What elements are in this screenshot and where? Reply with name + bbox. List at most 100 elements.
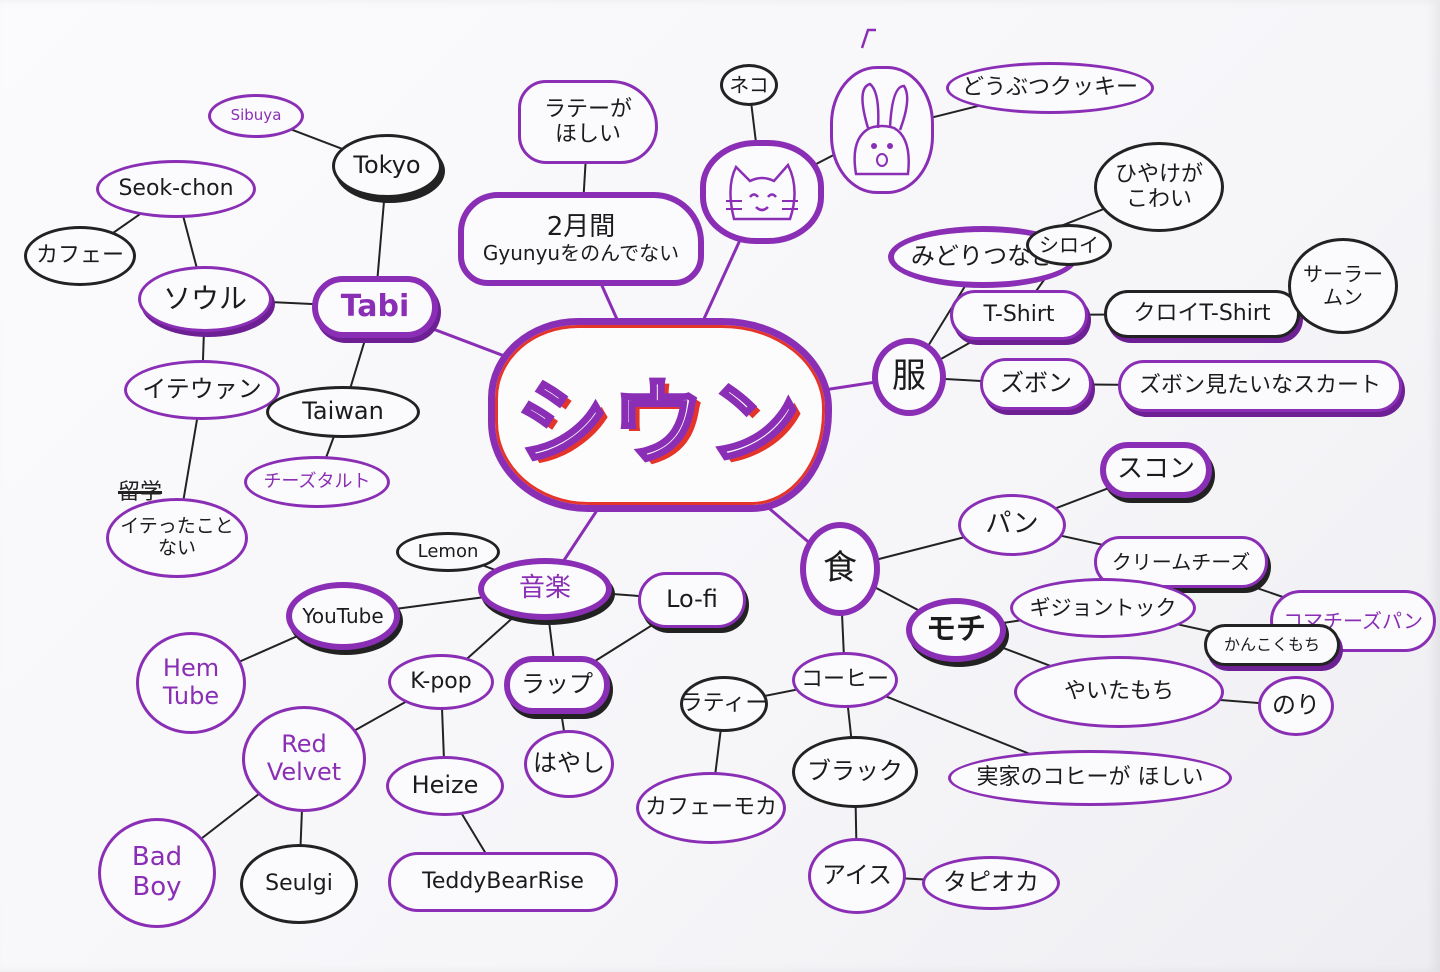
topic-node-latte-label-2: ほしい — [554, 122, 621, 147]
topic-node-hiyake-label-2: こわい — [1125, 187, 1192, 212]
topic-node-ice: アイス — [808, 838, 906, 914]
topic-node-youtube-label: YouTube — [302, 603, 384, 628]
topic-node-nori-label: のり — [1272, 691, 1320, 720]
topic-node-bad-boy: Bad Boy — [98, 818, 216, 928]
topic-node-fuku: 服 — [872, 338, 946, 416]
topic-node-yaita-mochi: やいたもち — [1014, 656, 1224, 728]
topic-node-tshirt: T-Shirt — [950, 290, 1088, 340]
topic-node-shibuya-label: Sibuya — [230, 106, 282, 125]
topic-node-lattie: ラティー — [680, 676, 768, 732]
topic-node-hayashi: はやし — [524, 730, 614, 798]
topic-node-not-been-label-2: ない — [157, 537, 196, 559]
topic-node-cafe-mocha-label: カフェーモカ — [644, 795, 777, 821]
topic-node-seokchon-label: Seok-chon — [118, 176, 234, 202]
cat-face-icon — [726, 162, 798, 221]
topic-node-gyunyu-label-2: Gyunyuをのんでない — [482, 241, 680, 266]
topic-node-tshirt-label: T-Shirt — [983, 302, 1055, 328]
topic-node-shiroi-label: シロイ — [1039, 232, 1099, 257]
topic-node-kuroi-tshirt: クロイT-Shirt — [1104, 290, 1300, 338]
topic-node-zubon: ズボン — [980, 358, 1092, 410]
topic-node-hayashi-label: はやし — [533, 749, 605, 778]
topic-node-taiwan: Taiwan — [266, 386, 420, 438]
topic-node-taiwan-label: Taiwan — [302, 397, 384, 426]
central-topic-label: シウン — [514, 368, 804, 479]
topic-node-skirt: ズボン見たいなスカート — [1118, 360, 1402, 412]
topic-node-neko-label: ネコ — [729, 72, 769, 97]
topic-node-lofi: Lo-fi — [638, 572, 746, 628]
topic-node-zubon-label: ズボン — [1000, 369, 1072, 398]
topic-node-teddy-bear-rise: TeddyBearRise — [388, 852, 618, 912]
topic-node-scone-label: スコン — [1116, 454, 1195, 485]
topic-node-gyunyu: 2月間 Gyunyuをのんでない — [458, 192, 704, 286]
topic-node-sailor: サーラー ムン — [1288, 238, 1398, 334]
topic-node-ongaku-label: 音楽 — [518, 573, 571, 604]
topic-node-shibuya: Sibuya — [208, 94, 304, 138]
topic-node-red-velvet-label-1: Red — [281, 730, 327, 759]
topic-node-lofi-label: Lo-fi — [666, 585, 718, 614]
topic-node-black-label: ブラック — [807, 757, 903, 786]
topic-node-pan: パン — [958, 494, 1066, 556]
topic-node-jikka-coffee-label: 実家のコヒーが ほしい — [976, 765, 1204, 791]
topic-node-youtube: YouTube — [286, 582, 400, 650]
rabbit-node — [830, 66, 934, 194]
topic-node-neko: ネコ — [720, 64, 778, 106]
topic-node-lattie-label: ラティー — [680, 691, 768, 717]
topic-node-red-velvet-label-2: Velvet — [266, 758, 342, 786]
topic-node-mochi-label: モチ — [926, 611, 986, 647]
topic-node-fuku-label: 服 — [892, 356, 926, 397]
topic-node-lemon-label: Lemon — [417, 540, 479, 562]
topic-node-shoku-label: 食 — [823, 548, 857, 589]
topic-node-latte-label-1: ラテーが — [543, 96, 632, 122]
topic-node-coffee-label: コーヒー — [800, 667, 889, 693]
topic-node-itaewon-label: イテウァン — [142, 375, 262, 404]
topic-node-mochi: モチ — [906, 598, 1006, 662]
topic-node-red-velvet: Red Velvet — [242, 706, 366, 812]
topic-node-cheesetart: チーズタルト — [244, 456, 390, 508]
topic-node-pan-label: パン — [985, 509, 1039, 540]
topic-node-cafe-label: カフェー — [35, 243, 124, 269]
topic-node-rap: ラップ — [504, 656, 610, 714]
topic-node-gijeolttok: ギジョントック — [1010, 578, 1196, 638]
topic-node-coffee: コーヒー — [792, 652, 898, 708]
topic-node-bad-boy-label-1: Bad — [131, 842, 183, 873]
topic-node-hemtube-label-1: Hem — [162, 654, 220, 683]
topic-node-teddy-bear-rise-label: TeddyBearRise — [422, 869, 584, 895]
topic-node-hemtube-label-2: Tube — [162, 682, 220, 710]
topic-node-itaewon: イテウァン — [124, 360, 280, 420]
topic-node-hemtube: Hem Tube — [136, 632, 246, 734]
rabbit-face-icon — [853, 82, 910, 176]
topic-node-cafe: カフェー — [24, 226, 136, 286]
topic-node-shoku: 食 — [800, 522, 880, 616]
topic-node-heize-label: Heize — [411, 771, 479, 800]
topic-node-cafe-mocha: カフェーモカ — [636, 772, 786, 844]
topic-node-ongaku: 音楽 — [478, 558, 612, 620]
topic-node-seoul: ソウル — [138, 266, 272, 332]
topic-node-tabi-label: Tabi — [340, 288, 410, 324]
central-topic-node: シウン — [488, 318, 832, 512]
topic-node-cream-cheese-label: クリームチーズ — [1111, 549, 1251, 574]
topic-node-tabi: Tabi — [312, 276, 438, 338]
topic-node-not-been-label-1: イテったこと — [120, 515, 234, 538]
topic-node-jikka-coffee: 実家のコヒーが ほしい — [948, 750, 1232, 806]
topic-node-gijeolttok-label: ギジョントック — [1029, 595, 1177, 620]
topic-node-seulgi: Seulgi — [240, 844, 358, 924]
topic-node-seulgi-label: Seulgi — [265, 871, 333, 897]
cat-node — [700, 140, 824, 244]
topic-node-skirt-label: ズボン見たいなスカート — [1138, 373, 1381, 399]
topic-node-nori: のり — [1258, 676, 1334, 736]
topic-node-ice-label: アイス — [821, 861, 893, 890]
topic-node-tokyo-label: Tokyo — [353, 151, 421, 180]
topic-node-seokchon: Seok-chon — [96, 160, 256, 218]
topic-node-sailor-label-2: ムン — [1323, 285, 1363, 309]
topic-node-animal-cookie: どうぶつクッキー — [946, 62, 1154, 114]
topic-node-not-been: イテったこと ない — [106, 498, 248, 578]
topic-node-scone: スコン — [1100, 442, 1212, 498]
topic-node-hiyake: ひやけが こわい — [1094, 142, 1224, 232]
topic-node-cheesetart-label: チーズタルト — [263, 470, 371, 492]
topic-node-kpop-label: K-pop — [410, 669, 472, 695]
topic-node-bad-boy-label-2: Boy — [132, 872, 182, 902]
topic-node-hiyake-label-1: ひやけが — [1114, 161, 1203, 187]
topic-node-rap-label: ラップ — [521, 670, 593, 699]
topic-node-seoul-label: ソウル — [162, 281, 247, 315]
topic-node-sailor-label-1: サーラー — [1303, 262, 1383, 286]
